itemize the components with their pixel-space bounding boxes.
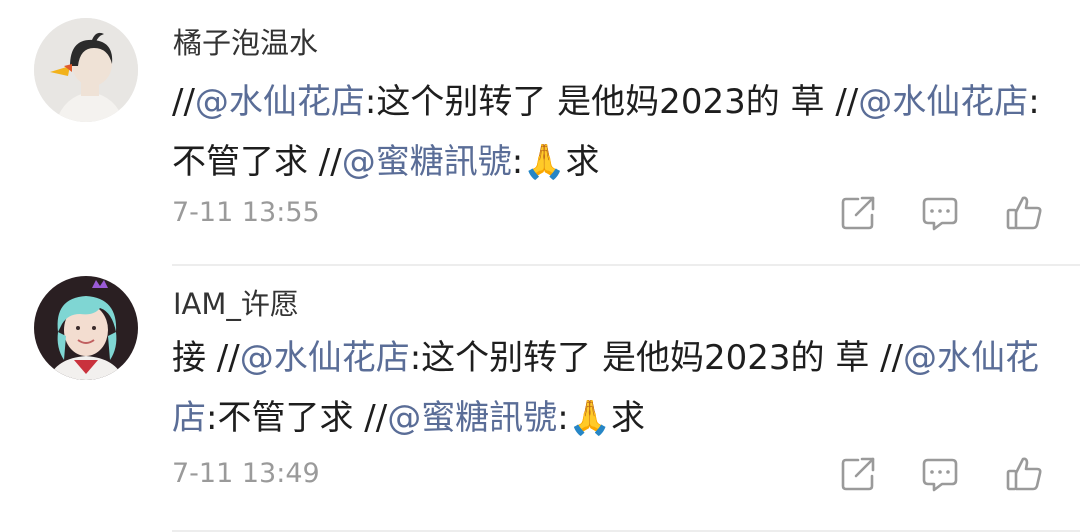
comment-text-segment: 求 bbox=[611, 398, 645, 438]
avatar[interactable] bbox=[34, 276, 138, 380]
comment-item: 橘子泡温水 //@水仙花店:这个别转了 是他妈2023的 草 //@水仙花店:不… bbox=[0, 0, 1080, 266]
comment-text: //@水仙花店:这个别转了 是他妈2023的 草 //@水仙花店:不管了求 //… bbox=[172, 72, 1052, 192]
mention-link[interactable]: @水仙花店 bbox=[858, 82, 1028, 122]
like-icon bbox=[1006, 457, 1042, 491]
share-icon bbox=[841, 457, 875, 491]
reply-button[interactable] bbox=[920, 454, 960, 494]
share-icon bbox=[841, 196, 875, 230]
avatar-image bbox=[34, 18, 138, 122]
mention-link[interactable]: @水仙花店 bbox=[240, 338, 410, 378]
comment-text-segment: :不管了求 // bbox=[206, 398, 388, 438]
comment-icon bbox=[922, 197, 958, 231]
pray-emoji-icon: 🙏 bbox=[523, 142, 566, 182]
like-icon bbox=[1006, 196, 1042, 230]
comment-text-segment: : bbox=[511, 142, 524, 182]
avatar-image bbox=[34, 276, 138, 380]
share-button[interactable] bbox=[838, 193, 878, 233]
mention-link[interactable]: @蜜糖訊號 bbox=[342, 142, 512, 182]
comment-text-segment: 接 // bbox=[172, 338, 240, 378]
comment-list: 橘子泡温水 //@水仙花店:这个别转了 是他妈2023的 草 //@水仙花店:不… bbox=[0, 0, 1080, 532]
comment-text: 接 //@水仙花店:这个别转了 是他妈2023的 草 //@水仙花店:不管了求 … bbox=[172, 328, 1052, 448]
username[interactable]: 橘子泡温水 bbox=[173, 23, 318, 63]
username[interactable]: IAM_许愿 bbox=[173, 284, 299, 324]
comment-text-segment: :这个别转了 是他妈2023的 草 // bbox=[364, 82, 859, 122]
mention-link[interactable]: @水仙花店 bbox=[195, 82, 365, 122]
avatar[interactable] bbox=[34, 18, 138, 122]
pray-emoji-icon: 🙏 bbox=[568, 398, 611, 438]
like-button[interactable] bbox=[1004, 454, 1044, 494]
comment-text-segment: :这个别转了 是他妈2023的 草 // bbox=[409, 338, 904, 378]
comment-text-segment: : bbox=[557, 398, 569, 438]
comment-text-segment: // bbox=[172, 82, 195, 122]
timestamp: 7-11 13:49 bbox=[172, 458, 320, 489]
comment-text-segment: 求 bbox=[565, 142, 600, 182]
comment-icon bbox=[922, 458, 958, 492]
comment-meta: 7-11 13:55 bbox=[172, 193, 1080, 233]
comment-meta: 7-11 13:49 bbox=[172, 454, 1080, 494]
like-button[interactable] bbox=[1004, 193, 1044, 233]
mention-link[interactable]: @蜜糖訊號 bbox=[387, 398, 557, 438]
comment-item: IAM_许愿 接 //@水仙花店:这个别转了 是他妈2023的 草 //@水仙花… bbox=[0, 266, 1080, 532]
reply-button[interactable] bbox=[920, 193, 960, 233]
timestamp: 7-11 13:55 bbox=[172, 197, 320, 228]
share-button[interactable] bbox=[838, 454, 878, 494]
